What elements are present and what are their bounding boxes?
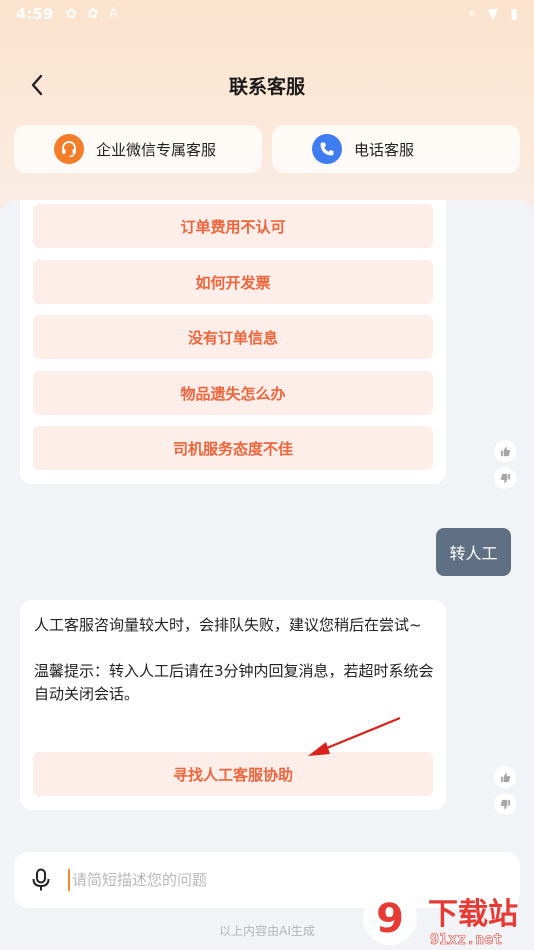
headset-icon (54, 134, 84, 164)
wecom-service-label: 企业微信专属客服 (96, 140, 217, 159)
bot-reply-text: 人工客服咨询量较大时，会排队失败，建议您稍后在尝试~ 温馨提示：转入人工后请在3… (34, 614, 438, 706)
bot-reply-line-2: 温馨提示：转入人工后请在3分钟内回复消息，若超时系统会自动关闭会话。 (34, 662, 434, 703)
battery-icon: ▮ (510, 6, 518, 22)
phone-service-label: 电话客服 (354, 140, 415, 159)
a-status-icon: A (108, 6, 119, 22)
back-button[interactable] (22, 70, 52, 100)
status-time: 4:59 (16, 5, 54, 23)
service-options: 企业微信专属客服 电话客服 (14, 125, 520, 173)
microphone-icon[interactable] (28, 867, 54, 893)
phone-service-button[interactable]: 电话客服 (272, 125, 520, 173)
question-item[interactable]: 如何开发票 (33, 260, 433, 304)
thumbs-up-icon[interactable] (494, 766, 516, 788)
thumbs-down-icon[interactable] (494, 793, 516, 815)
wecom-service-button[interactable]: 企业微信专属客服 (14, 125, 262, 173)
watermark-logo-glyph: 9 (376, 896, 404, 942)
chevron-left-icon (31, 74, 43, 96)
question-item[interactable]: 物品遗失怎么办 (33, 371, 433, 415)
phone-icon (312, 134, 342, 164)
red-arrow-annotation (308, 716, 401, 756)
thumbs-down-icon[interactable] (494, 467, 516, 489)
chat-panel: 订单费用不认可 如何开发票 没有订单信息 物品遗失怎么办 司机服务态度不佳 转人… (0, 200, 534, 950)
watermark-logo: 9 下载站 91xz.net (363, 891, 518, 948)
wifi-icon: ▼ (487, 6, 499, 22)
thumbs-up-icon[interactable] (494, 440, 516, 462)
status-bar: 4:59 ✿ ✿ A ⌖ ▼ ▮ (0, 0, 534, 28)
bot-reply-card: 人工客服咨询量较大时，会排队失败，建议您稍后在尝试~ 温馨提示：转入人工后请在3… (20, 600, 446, 810)
text-cursor (68, 869, 70, 891)
location-icon: ⌖ (467, 6, 476, 22)
question-item[interactable]: 订单费用不认可 (33, 204, 433, 248)
page-title: 联系客服 (228, 75, 305, 98)
question-card: 订单费用不认可 如何开发票 没有订单信息 物品遗失怎么办 司机服务态度不佳 (20, 200, 446, 484)
user-message-bubble: 转人工 (436, 528, 511, 576)
question-item[interactable]: 司机服务态度不佳 (33, 426, 433, 470)
gear-status-icon-2: ✿ (87, 6, 99, 22)
gear-status-icon: ✿ (65, 6, 78, 22)
bot-reply-line-1: 人工客服咨询量较大时，会排队失败，建议您稍后在尝试~ (34, 616, 422, 634)
nav-bar: 联系客服 (0, 60, 534, 110)
watermark-url: 91xz.net (430, 930, 502, 948)
question-item[interactable]: 没有订单信息 (33, 315, 433, 359)
watermark-title: 下载站 (428, 897, 518, 932)
